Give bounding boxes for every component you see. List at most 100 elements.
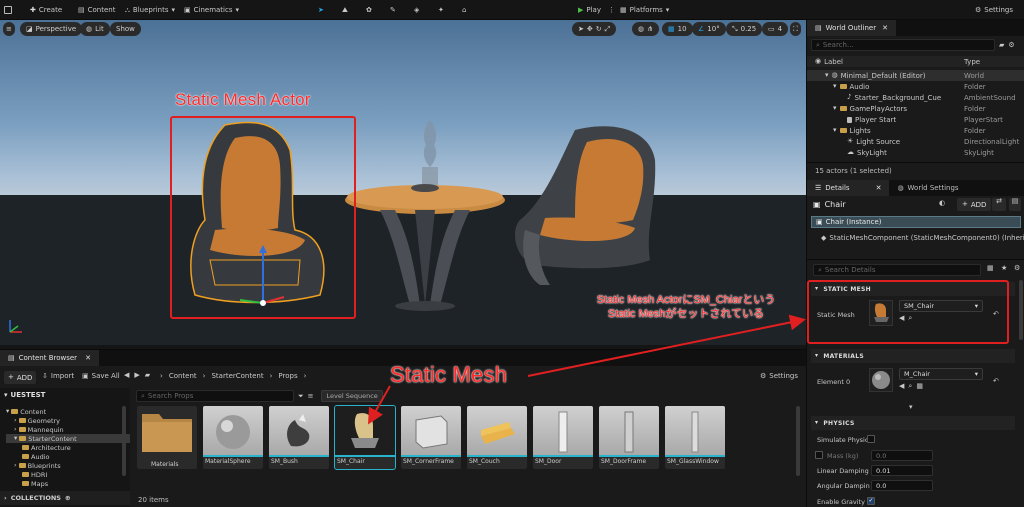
tree-item[interactable]: ▾ Content	[6, 407, 46, 416]
asset-tile[interactable]: SM_GlassWindow	[665, 406, 725, 469]
cb-import-button[interactable]: ⇩ Import	[42, 372, 74, 380]
outliner-row[interactable]: ♪ Starter_Background_Cue AmbientSound	[807, 92, 1024, 103]
chevron-down-icon[interactable]: ▾	[909, 404, 913, 411]
landscape-mode-icon[interactable]: ⛰	[342, 4, 348, 16]
rotation-snap-button[interactable]: ∠ 10°	[692, 22, 726, 36]
simulate-physics-checkbox[interactable]	[867, 435, 875, 443]
create-menu[interactable]: ✚ Create	[30, 4, 62, 16]
brush-mode-icon[interactable]: ✎	[390, 4, 396, 16]
cb-add-button[interactable]: + ADD	[4, 371, 37, 384]
asset-tile[interactable]: SM_Door	[533, 406, 593, 469]
perspective-button[interactable]: ◪ Perspective	[20, 22, 83, 36]
outliner-row[interactable]: ▾ ◍ Minimal_Default (Editor) World	[807, 70, 1024, 81]
foliage-mode-icon[interactable]: ✿	[366, 4, 372, 16]
folder-icon[interactable]: ▰	[145, 372, 150, 379]
filter-icon[interactable]: ⏷	[298, 392, 304, 400]
material-options-icon[interactable]: ▦	[916, 383, 923, 390]
section-physics[interactable]: ▾ PHYSICS	[811, 416, 1015, 430]
plugin-mode-icon[interactable]: ⌂	[462, 4, 466, 16]
asset-tile[interactable]: SM_CornerFrame	[401, 406, 461, 469]
sort-icon[interactable]: ≡	[308, 392, 314, 400]
plus-circle-icon[interactable]: ⊕	[65, 495, 70, 502]
modeling-mode-icon[interactable]: ◈	[414, 4, 419, 16]
play-button[interactable]: ▶ Play	[578, 4, 601, 16]
tree-item[interactable]: HDRI	[22, 470, 47, 479]
show-button[interactable]: Show	[110, 22, 141, 36]
angular-damping-field[interactable]: 0.0	[871, 480, 933, 491]
tree-item[interactable]: Audio	[22, 452, 49, 461]
tab-world-outliner[interactable]: ▤ World Outliner ✕	[807, 20, 896, 36]
cb-save-all-button[interactable]: ▣ Save All	[82, 372, 120, 380]
grid-snap-button[interactable]: ▦ 10	[662, 22, 693, 36]
select-mode-icon[interactable]: ➤	[318, 4, 324, 16]
gear-icon[interactable]: ⚙	[1008, 41, 1014, 49]
breadcrumb-item[interactable]: Content	[169, 372, 197, 380]
scale-snap-button[interactable]: ⤡ 0.25	[726, 22, 763, 36]
world-local-toggle[interactable]: ◍ ⋔	[632, 22, 659, 36]
tree-item-selected[interactable]: ▾ StarterContent	[6, 434, 130, 443]
folder-add-icon[interactable]: ▰	[999, 41, 1004, 49]
asset-tile[interactable]: SM_Bush	[269, 406, 329, 469]
linear-damping-field[interactable]: 0.01	[871, 465, 933, 476]
tab-details[interactable]: ☰ Details ✕	[807, 180, 890, 196]
tab-content-browser[interactable]: ▤ Content Browser ✕	[0, 350, 99, 366]
tab-world-settings[interactable]: ◍ World Settings	[889, 180, 967, 196]
fracture-mode-icon[interactable]: ✦	[438, 4, 444, 16]
tree-item[interactable]: › Geometry	[14, 416, 60, 425]
project-root[interactable]: ▾ UESTEST	[4, 391, 45, 399]
asset-tile[interactable]: SM_DoorFrame	[599, 406, 659, 469]
assets-scrollbar[interactable]	[796, 406, 800, 476]
tree-item[interactable]: › Mannequin	[14, 425, 64, 434]
blueprint-convert-icon[interactable]: ⇄	[992, 198, 1006, 211]
close-icon[interactable]: ✕	[85, 354, 91, 362]
table-view-icon[interactable]: ▦	[987, 265, 994, 272]
cb-settings-button[interactable]: ⚙ Settings	[760, 372, 798, 380]
add-component-button[interactable]: + ADD	[957, 198, 992, 211]
section-materials[interactable]: ▾ MATERIALS	[811, 349, 1015, 363]
material-thumbnail[interactable]	[869, 368, 893, 392]
sources-scrollbar[interactable]	[122, 406, 126, 476]
viewport-options-button[interactable]: ≡	[3, 22, 15, 36]
content-menu[interactable]: ▤ Content	[78, 4, 115, 16]
close-icon[interactable]: ✕	[876, 184, 882, 192]
breadcrumb-item[interactable]: Props	[278, 372, 297, 380]
close-icon[interactable]: ✕	[882, 24, 888, 32]
mass-field[interactable]: 0.0	[871, 450, 933, 461]
maximize-viewport-button[interactable]: ⛶	[790, 22, 801, 36]
edit-blueprint-icon[interactable]: ▤	[1009, 198, 1021, 211]
asset-tile-selected[interactable]: SM_Chair	[334, 405, 396, 470]
outliner-search-input[interactable]: ⌕ Search...	[811, 39, 995, 51]
play-options-icon[interactable]: ⋮	[608, 4, 615, 16]
details-scrollbar[interactable]	[1019, 280, 1023, 340]
outliner-row[interactable]: ☁ SkyLight SkyLight	[807, 147, 1024, 158]
cb-search-input[interactable]: ⌕ Search Props	[136, 390, 294, 402]
tree-item[interactable]: › Blueprints	[14, 461, 61, 470]
outliner-row[interactable]: ☀ Light Source DirectionalLight	[807, 136, 1024, 147]
details-search-input[interactable]: ⌕ Search Details	[813, 264, 981, 276]
outliner-row[interactable]: Player Start PlayerStart	[807, 114, 1024, 125]
collections-header[interactable]: › COLLECTIONS ⊕	[0, 491, 130, 505]
star-icon[interactable]: ★	[1001, 265, 1007, 272]
component-row[interactable]: ◆ StaticMeshComponent (StaticMeshComponen…	[821, 234, 1024, 242]
gear-icon[interactable]: ⚙	[1014, 265, 1020, 272]
tree-item[interactable]: Architecture	[22, 443, 71, 452]
outliner-row[interactable]: ▾ GamePlayActors Folder	[807, 103, 1024, 114]
save-icon[interactable]	[4, 4, 12, 16]
cinematics-menu[interactable]: ▣ Cinematics ▾	[184, 4, 239, 16]
lit-button[interactable]: ◍ Lit	[80, 22, 110, 36]
browse-icon[interactable]: ⌕	[908, 383, 912, 390]
tree-item[interactable]: Maps	[22, 479, 48, 488]
asset-tile[interactable]: SM_Couch	[467, 406, 527, 469]
instance-row[interactable]: ▣ Chair (Instance)	[811, 216, 1021, 228]
camera-speed-button[interactable]: ▭ 4	[762, 22, 789, 36]
enable-gravity-checkbox[interactable]: ✓	[867, 497, 875, 505]
reset-icon[interactable]: ↶	[993, 378, 999, 385]
forward-icon[interactable]: ▶	[134, 372, 139, 379]
asset-tile[interactable]: MaterialSphere	[203, 406, 263, 469]
asset-tile-folder[interactable]: Materials	[137, 406, 197, 469]
material-dropdown[interactable]: M_Chair ▾	[899, 368, 983, 380]
outliner-row[interactable]: ▾ Lights Folder	[807, 125, 1024, 136]
mass-override-checkbox[interactable]	[815, 451, 823, 459]
platforms-menu[interactable]: ▦ Platforms ▾	[620, 4, 669, 16]
breadcrumb-item[interactable]: StarterContent	[211, 372, 263, 380]
